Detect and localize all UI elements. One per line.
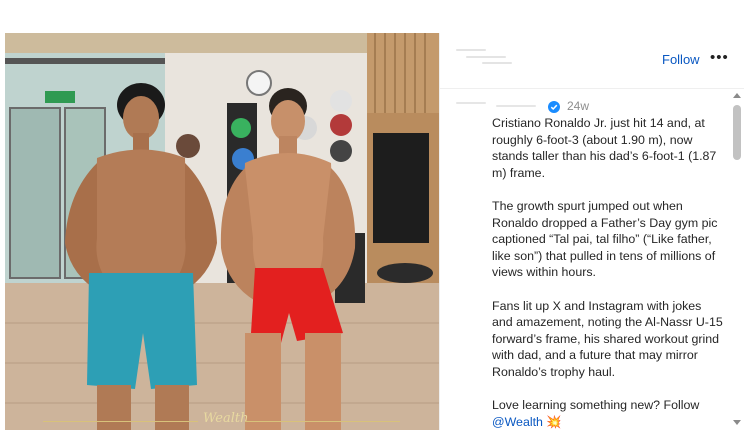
scroll-up-arrow-icon[interactable] [733, 93, 741, 98]
caption-meta-row: 24w [456, 99, 686, 115]
post-header: Follow ••• [440, 33, 744, 89]
cta-text: Love learning something new? Follow [492, 398, 700, 413]
post-time[interactable]: 24w [567, 99, 589, 113]
scroll-down-arrow-icon[interactable] [733, 420, 741, 425]
post-caption: Cristiano Ronaldo Jr. just hit 14 and, a… [492, 115, 724, 430]
watermark-line-right [245, 421, 400, 422]
instagram-post-modal: Wealth Follow ••• 24w Cristiano Ronaldo … [0, 0, 753, 430]
caption-scroll-area[interactable]: 24w Cristiano Ronaldo Jr. just hit 14 an… [440, 89, 730, 430]
caption-paragraph: Cristiano Ronaldo Jr. just hit 14 and, a… [492, 116, 717, 180]
post-photo[interactable]: Wealth [5, 33, 439, 430]
follow-button[interactable]: Follow [662, 52, 700, 67]
explosion-emoji-icon: 💥 [546, 414, 562, 429]
caption-scrollbar[interactable] [730, 89, 744, 430]
verified-badge-icon [548, 101, 560, 113]
gym-photo-illustration [5, 33, 439, 430]
blurred-username [452, 47, 512, 65]
scrollbar-thumb[interactable] [733, 105, 741, 160]
caption-paragraph: Fans lit up X and Instagram with jokes a… [492, 298, 723, 379]
watermark-line-left [43, 421, 198, 422]
wealth-mention-link[interactable]: @Wealth [492, 415, 543, 429]
caption-paragraph: The growth spurt jumped out when Ronaldo… [492, 198, 718, 280]
more-horizontal-icon[interactable]: ••• [710, 50, 729, 65]
wealth-watermark: Wealth [203, 411, 249, 426]
caption-cta: Love learning something new? Follow @Wea… [492, 397, 724, 430]
post-side-panel: Follow ••• 24w Cristiano Ronaldo Jr. jus… [439, 33, 744, 430]
